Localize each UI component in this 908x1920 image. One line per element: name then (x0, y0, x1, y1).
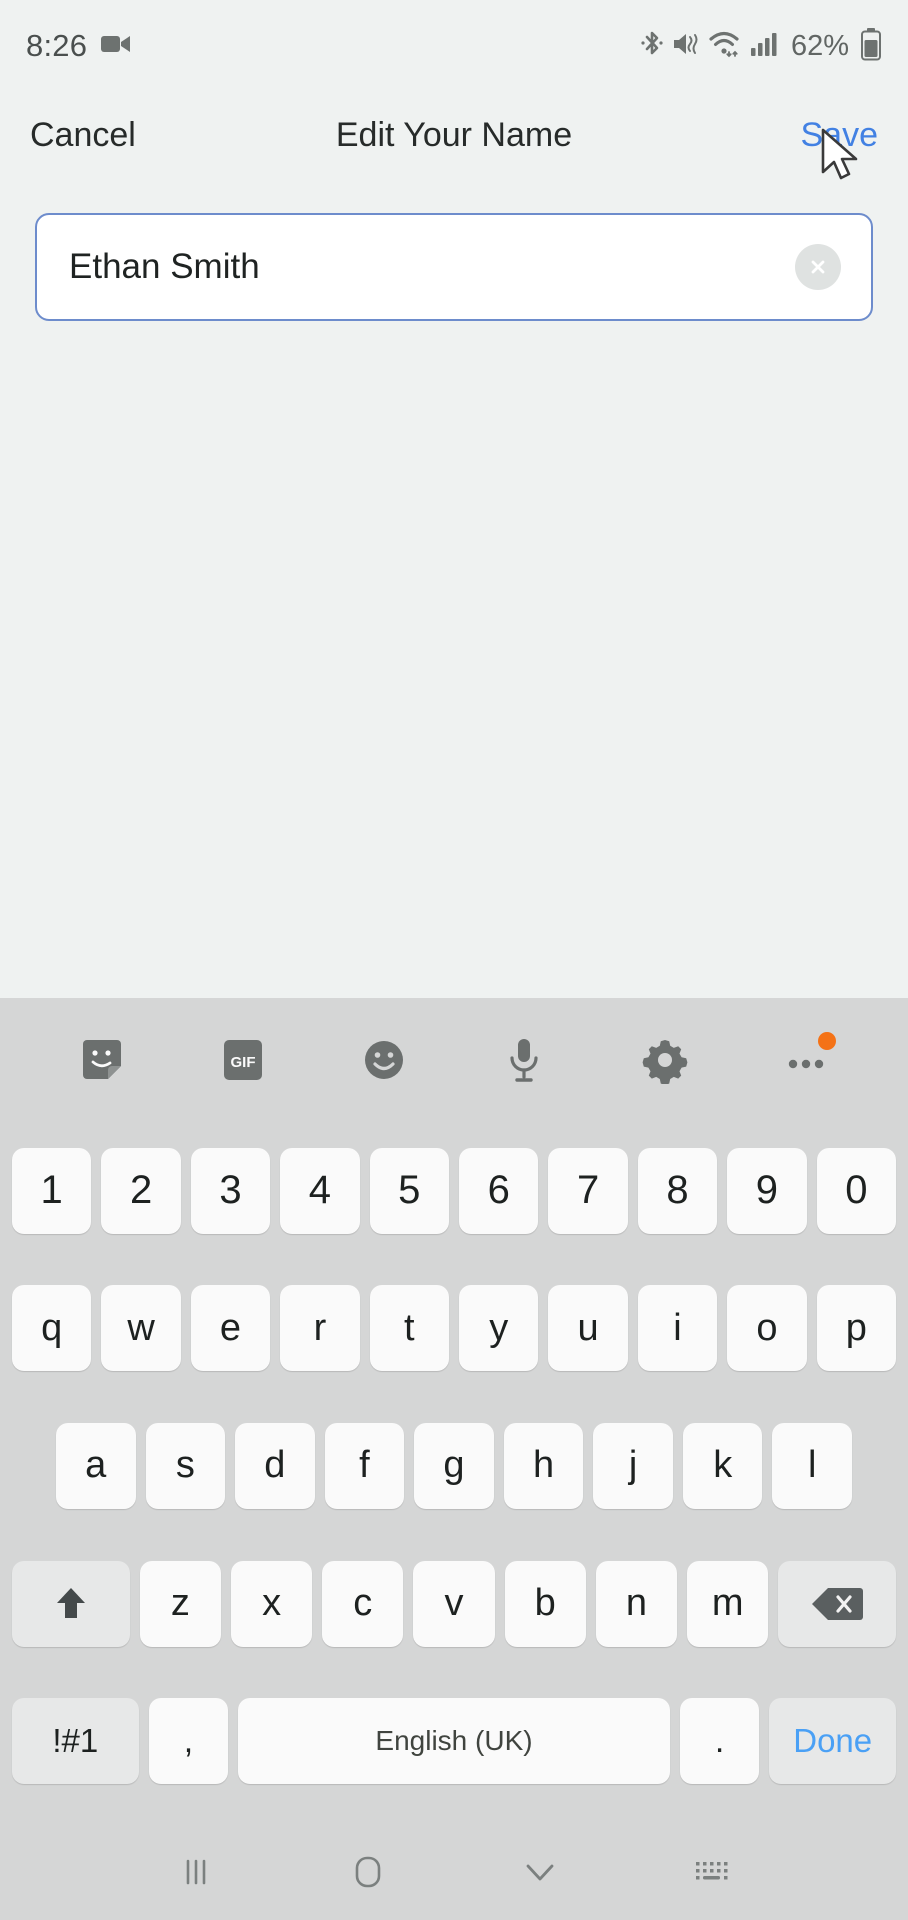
backspace-key[interactable] (778, 1560, 897, 1647)
keyboard-row-home: a s d f g h j k l (8, 1397, 900, 1535)
key-g[interactable]: g (414, 1422, 494, 1509)
key-z[interactable]: z (139, 1560, 221, 1647)
mute-vibrate-icon (672, 29, 700, 64)
status-bar-right: 62% (641, 27, 882, 66)
key-f[interactable]: f (324, 1422, 405, 1509)
recents-icon (186, 1859, 206, 1885)
notification-badge-dot (817, 1032, 836, 1050)
key-o[interactable]: o (727, 1285, 807, 1372)
key-8[interactable]: 8 (637, 1147, 718, 1234)
key-b[interactable]: b (504, 1560, 586, 1647)
video-recording-icon (101, 33, 131, 60)
status-bar: 8:26 62% (0, 0, 908, 92)
key-a[interactable]: a (55, 1422, 136, 1509)
key-s[interactable]: s (145, 1422, 226, 1509)
virtual-keyboard: GIF 1 2 3 4 5 6 7 8 9 0 q w e r t y u i … (0, 998, 908, 1824)
save-button[interactable]: Save (801, 116, 879, 155)
cancel-button[interactable]: Cancel (30, 116, 136, 155)
key-7[interactable]: 7 (548, 1147, 628, 1234)
key-c[interactable]: c (322, 1560, 404, 1647)
backspace-icon (812, 1587, 864, 1620)
shift-arrow-icon (56, 1587, 85, 1618)
key-1[interactable]: 1 (11, 1147, 92, 1234)
key-t[interactable]: t (369, 1285, 449, 1372)
status-time: 8:26 (26, 28, 88, 63)
microphone-icon[interactable] (486, 1022, 562, 1098)
status-bar-left: 8:26 (26, 28, 131, 64)
key-m[interactable]: m (687, 1560, 769, 1647)
keyboard-row-bottom: z x c v b n m (8, 1535, 900, 1673)
name-input[interactable] (35, 213, 873, 321)
key-3[interactable]: 3 (190, 1147, 271, 1234)
key-x[interactable]: x (230, 1560, 313, 1647)
settings-gear-icon[interactable] (627, 1022, 703, 1098)
key-j[interactable]: j (593, 1422, 673, 1509)
keyboard-switch-icon (696, 1862, 728, 1880)
battery-icon (860, 27, 882, 66)
key-h[interactable]: h (503, 1422, 584, 1509)
sticker-icon[interactable] (64, 1022, 140, 1098)
key-0[interactable]: 0 (816, 1147, 897, 1234)
chevron-down-icon (526, 1864, 554, 1881)
key-9[interactable]: 9 (727, 1147, 807, 1234)
shift-key[interactable] (11, 1560, 130, 1647)
key-5[interactable]: 5 (369, 1147, 449, 1234)
system-navigation-bar (0, 1824, 908, 1920)
key-e[interactable]: e (190, 1285, 271, 1372)
cellular-signal-icon (750, 30, 778, 63)
page-title: Edit Your Name (335, 115, 573, 154)
key-v[interactable]: v (413, 1560, 495, 1647)
key-r[interactable]: r (280, 1285, 360, 1372)
key-k[interactable]: k (682, 1422, 763, 1509)
more-options-icon[interactable] (768, 1022, 844, 1098)
period-key[interactable]: . (679, 1698, 760, 1785)
comma-key[interactable]: , (148, 1698, 229, 1785)
keyboard-row-top: q w e r t y u i o p (8, 1260, 900, 1398)
clear-text-icon[interactable] (795, 244, 841, 290)
back-dismiss-keyboard-button[interactable] (500, 1832, 580, 1912)
name-field-wrapper (35, 213, 873, 321)
emoji-icon[interactable] (346, 1022, 422, 1098)
key-p[interactable]: p (816, 1285, 897, 1372)
key-d[interactable]: d (235, 1422, 315, 1509)
key-y[interactable]: y (459, 1285, 539, 1372)
keyboard-row-space: !#1 , English (UK) . Done (8, 1672, 900, 1810)
key-4[interactable]: 4 (280, 1147, 360, 1234)
space-key[interactable]: English (UK) (238, 1698, 670, 1785)
symbols-key[interactable]: !#1 (12, 1698, 139, 1785)
svg-text:GIF: GIF (230, 1054, 255, 1071)
key-6[interactable]: 6 (459, 1147, 539, 1234)
keyboard-toolbar: GIF (0, 998, 908, 1122)
key-l[interactable]: l (772, 1422, 853, 1509)
bluetooth-icon (641, 29, 663, 64)
key-n[interactable]: n (595, 1560, 678, 1647)
keyboard-key-rows: 1 2 3 4 5 6 7 8 9 0 q w e r t y u i o p … (0, 1122, 908, 1824)
content-area (0, 178, 908, 1066)
key-q[interactable]: q (11, 1285, 92, 1372)
home-button[interactable] (328, 1832, 408, 1912)
key-i[interactable]: i (637, 1285, 718, 1372)
recents-button[interactable] (156, 1832, 236, 1912)
keyboard-row-numbers: 1 2 3 4 5 6 7 8 9 0 (8, 1122, 900, 1260)
key-u[interactable]: u (548, 1285, 628, 1372)
key-2[interactable]: 2 (101, 1147, 181, 1234)
action-bar: Cancel Edit Your Name Save (0, 92, 908, 178)
key-w[interactable]: w (101, 1285, 181, 1372)
home-icon (355, 1856, 381, 1888)
gif-icon[interactable]: GIF (205, 1022, 281, 1098)
keyboard-toggle-button[interactable] (672, 1832, 752, 1912)
done-key[interactable]: Done (769, 1698, 896, 1785)
battery-percent-label: 62% (790, 29, 849, 62)
wifi-icon (709, 30, 741, 63)
